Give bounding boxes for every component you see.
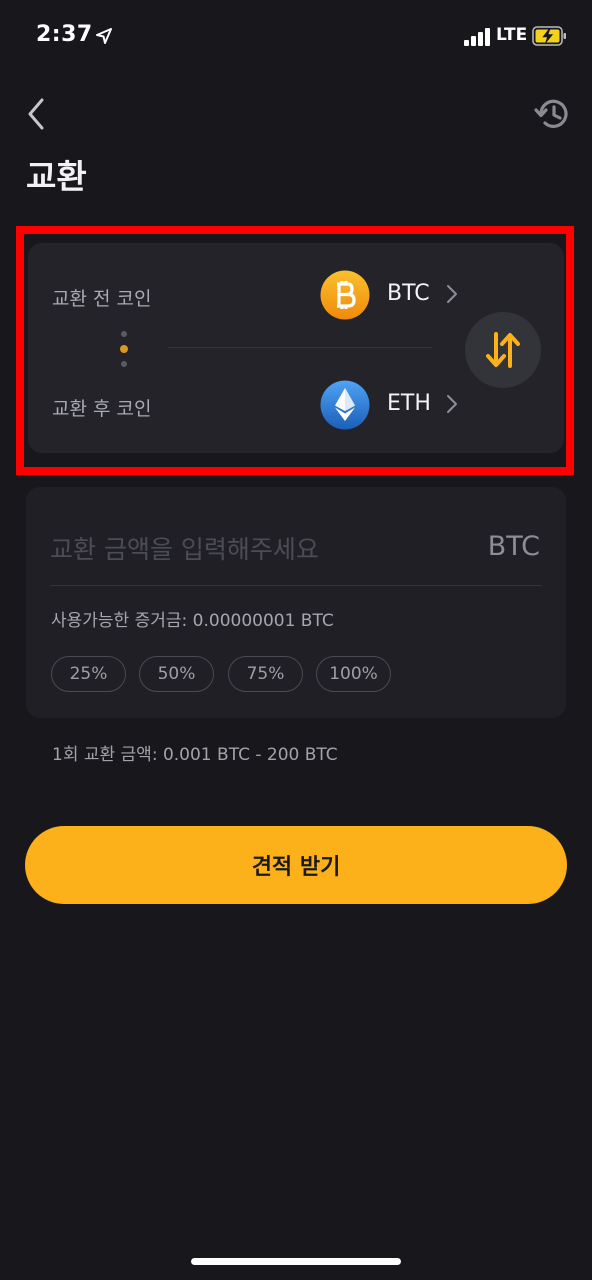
battery-charging-icon (532, 26, 566, 46)
status-bar: 2:37 LTE (0, 0, 592, 72)
home-indicator[interactable] (191, 1258, 401, 1265)
connector-dots-icon (120, 331, 128, 367)
amount-input[interactable] (50, 527, 430, 571)
from-coin-selector[interactable]: BTC (318, 268, 466, 322)
signal-bars-icon (464, 28, 490, 46)
percent-25-button[interactable]: 25% (51, 656, 126, 692)
percent-50-button[interactable]: 50% (139, 656, 214, 692)
bitcoin-icon (320, 270, 370, 320)
back-chevron-icon[interactable] (22, 96, 56, 132)
chevron-right-icon (447, 395, 457, 413)
ethereum-icon (320, 380, 370, 430)
location-arrow-icon (96, 28, 112, 44)
history-clock-icon[interactable] (534, 96, 572, 132)
swap-divider (168, 347, 432, 348)
get-quote-button[interactable]: 견적 받기 (25, 826, 567, 904)
to-coin-symbol: ETH (387, 391, 431, 416)
to-coin-selector[interactable]: ETH (318, 378, 466, 432)
amount-card: BTC 사용가능한 증거금: 0.00000001 BTC 25% 50% 75… (26, 487, 566, 718)
page-title: 교환 (26, 157, 87, 196)
from-coin-label: 교환 전 코인 (52, 288, 152, 310)
to-coin-label: 교환 후 코인 (52, 398, 152, 420)
exchange-limit-text: 1회 교환 금액: 0.001 BTC - 200 BTC (52, 745, 338, 765)
coin-swap-card: 교환 전 코인 BTC 교환 후 코인 ETH (28, 243, 564, 453)
percent-100-button[interactable]: 100% (316, 656, 391, 692)
percent-75-button[interactable]: 75% (228, 656, 303, 692)
chevron-right-icon (447, 285, 457, 303)
amount-unit: BTC (487, 531, 540, 562)
from-coin-symbol: BTC (387, 281, 430, 306)
available-margin-text: 사용가능한 증거금: 0.00000001 BTC (51, 611, 334, 631)
status-time: 2:37 (36, 22, 93, 47)
network-label: LTE (496, 25, 528, 45)
swap-direction-button[interactable] (465, 312, 541, 388)
swap-arrows-icon (486, 332, 520, 368)
amount-divider (50, 585, 542, 586)
